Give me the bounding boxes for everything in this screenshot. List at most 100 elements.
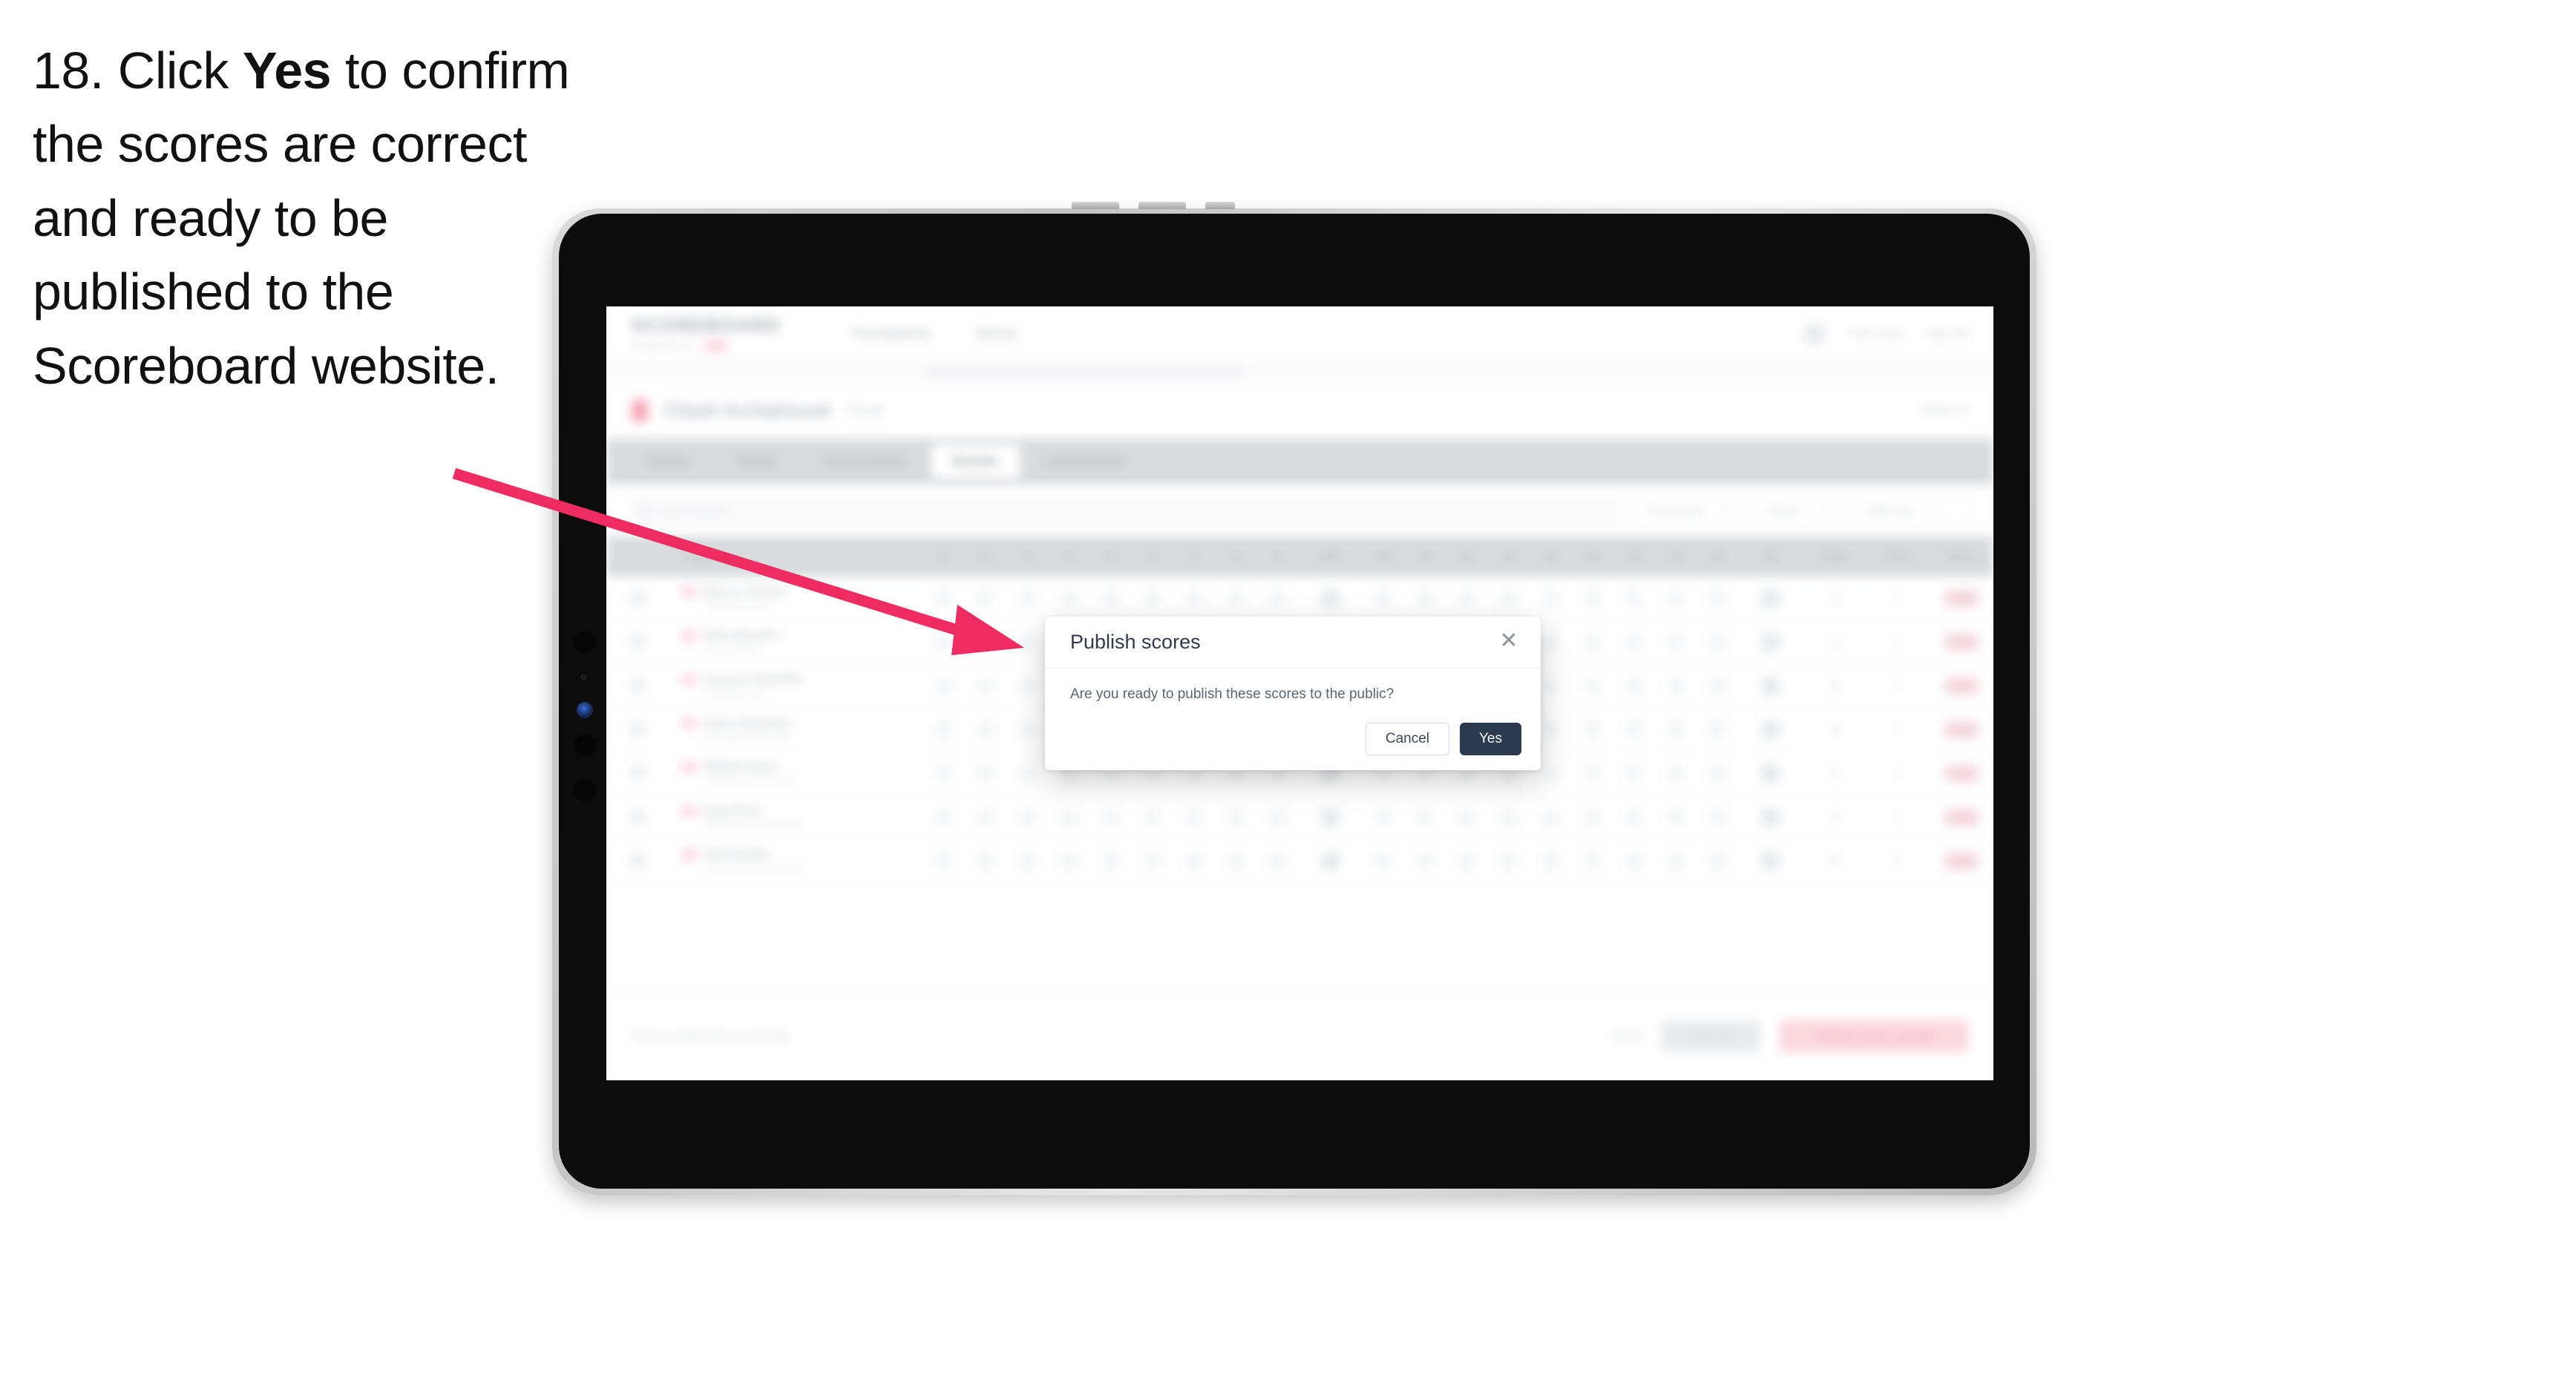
hole-score-cell[interactable]: 4 — [1571, 751, 1613, 795]
hole-score-cell[interactable]: 5 — [1215, 795, 1257, 839]
hole-score-cell[interactable]: 4 — [1256, 577, 1300, 620]
hole-score-cell[interactable]: 4 — [1215, 838, 1257, 883]
hole-score-cell[interactable]: 5 — [1530, 838, 1572, 883]
table-row[interactable]: Nick Dunbar Ashfield Heath Golf Club 5 5 3 5 4… — [606, 838, 1993, 883]
hole-score-cell[interactable]: 3 — [1173, 795, 1216, 839]
hole-score-cell[interactable]: 4 — [1654, 751, 1697, 795]
hole-score-cell[interactable]: 5 — [1048, 795, 1090, 839]
nav-item-events[interactable]: Events — [977, 326, 1018, 341]
settings-icon[interactable] — [1940, 495, 1971, 526]
hole-score-cell[interactable]: 4 — [1697, 795, 1739, 839]
aggregate-cell[interactable]: 38 — [1299, 838, 1363, 883]
hole-score-cell[interactable]: 3 — [1613, 663, 1655, 708]
volume-up-button[interactable] — [1072, 202, 1119, 209]
col-select-all[interactable] — [606, 536, 669, 577]
hole-score-cell[interactable]: 4 — [1446, 838, 1488, 883]
hole-score-cell[interactable]: 3 — [1446, 577, 1488, 620]
hole-score-cell[interactable]: 4 — [1697, 751, 1739, 795]
hole-score-cell[interactable]: 4 — [1654, 795, 1697, 839]
aggregate-cell[interactable]: 36 — [1738, 663, 1803, 708]
checkbox-icon[interactable] — [629, 678, 645, 693]
hole-score-cell[interactable]: 3 — [1006, 838, 1049, 883]
hole-score-cell[interactable]: 4 — [1089, 795, 1132, 839]
hole-score-cell[interactable]: 5 — [922, 838, 965, 883]
hole-score-cell[interactable]: 4 — [1215, 577, 1257, 620]
bell-icon[interactable] — [1805, 323, 1825, 344]
hole-score-cell[interactable]: 4 — [1362, 838, 1405, 883]
search-input[interactable]: Search players — [629, 496, 1620, 525]
hole-score-cell[interactable]: 4 — [1131, 577, 1174, 620]
hole-score-cell[interactable]: 4 — [1362, 795, 1405, 839]
hole-score-cell[interactable]: 4 — [1446, 795, 1488, 839]
hole-score-cell[interactable]: 3 — [1613, 577, 1655, 620]
hole-score-cell[interactable]: 4 — [1654, 707, 1697, 752]
close-icon[interactable]: ✕ — [1496, 628, 1521, 654]
hole-score-cell[interactable]: 4 — [1571, 620, 1613, 664]
row-checkbox[interactable] — [606, 620, 669, 664]
aggregate-cell[interactable]: 35 — [1738, 577, 1803, 620]
view-toggle[interactable]: Table view — [1852, 495, 1927, 526]
hole-score-cell[interactable]: 5 — [964, 620, 1006, 664]
hole-score-cell[interactable]: 3 — [1006, 620, 1049, 664]
hole-score-cell[interactable]: 4 — [1089, 838, 1132, 883]
hole-score-cell[interactable]: 4 — [964, 707, 1006, 752]
hole-score-cell[interactable]: 5 — [1487, 577, 1530, 620]
hole-score-cell[interactable]: 4 — [1256, 795, 1300, 839]
hole-score-cell[interactable]: 5 — [964, 751, 1006, 795]
tab-teams[interactable]: Teams — [715, 444, 799, 479]
hole-score-cell[interactable]: 4 — [1654, 620, 1697, 664]
hole-score-cell[interactable]: 3 — [1173, 577, 1216, 620]
tab-course-setup[interactable]: Course Setup — [801, 444, 928, 479]
table-row[interactable]: Marcus Tomson Harlow Golf Club 4 4 3 5 4 4 3 4 4 35… — [606, 577, 1993, 620]
hole-score-cell[interactable]: 3 — [1613, 838, 1655, 883]
hole-score-cell[interactable]: 5 — [1487, 795, 1530, 839]
row-checkbox[interactable] — [606, 663, 669, 708]
yes-button[interactable]: Yes — [1460, 723, 1521, 755]
hole-score-cell[interactable]: 4 — [1089, 577, 1132, 620]
aggregate-cell[interactable]: 36 — [1738, 795, 1803, 839]
hole-score-cell[interactable]: 3 — [1006, 751, 1049, 795]
hole-score-cell[interactable]: 5 — [1654, 663, 1697, 708]
hole-score-cell[interactable]: 4 — [1571, 707, 1613, 752]
aggregate-cell[interactable]: 36 — [1738, 751, 1803, 795]
hole-score-cell[interactable]: 5 — [922, 795, 965, 839]
row-checkbox[interactable] — [606, 838, 669, 883]
tab-results[interactable]: Results — [930, 444, 1021, 479]
hole-score-cell[interactable]: 3 — [1006, 577, 1049, 620]
hole-score-cell[interactable]: 4 — [1697, 577, 1739, 620]
hole-score-cell[interactable]: 4 — [1571, 795, 1613, 839]
hole-score-cell[interactable]: 4 — [922, 620, 965, 664]
hole-score-cell[interactable]: 4 — [1530, 577, 1572, 620]
save-all-button[interactable]: Save all — [1662, 1020, 1761, 1052]
checkbox-icon[interactable] — [629, 809, 645, 824]
hole-score-cell[interactable]: 4 — [1131, 795, 1174, 839]
footer-cancel-link[interactable]: Cancel — [1607, 1030, 1642, 1042]
hole-score-cell[interactable]: 4 — [1256, 838, 1300, 883]
round-dropdown[interactable]: Pick a round — [1633, 495, 1743, 526]
tab-details[interactable]: Details — [626, 444, 712, 479]
hole-score-cell[interactable]: 3 — [1613, 795, 1655, 839]
user-name-label[interactable]: Tom Lewis — [1849, 327, 1902, 340]
hole-score-cell[interactable]: 4 — [1613, 620, 1655, 664]
publish-scores-button[interactable]: Publish scores to public — [1780, 1020, 1968, 1052]
hole-score-cell[interactable]: 5 — [1048, 838, 1090, 883]
hole-score-cell[interactable]: 4 — [1404, 795, 1446, 839]
hole-score-cell[interactable]: 4 — [964, 577, 1006, 620]
nav-item-tournaments[interactable]: Tournaments — [852, 326, 931, 341]
hole-score-cell[interactable]: 4 — [922, 751, 965, 795]
hole-score-cell[interactable]: 4 — [1404, 838, 1446, 883]
hole-score-cell[interactable]: 4 — [1131, 838, 1174, 883]
hole-score-cell[interactable]: 4 — [1530, 795, 1572, 839]
hole-score-cell[interactable]: 4 — [1571, 577, 1613, 620]
hole-score-cell[interactable]: 4 — [1404, 577, 1446, 620]
hole-score-cell[interactable]: 4 — [1697, 838, 1739, 883]
checkbox-icon[interactable] — [629, 853, 645, 868]
hole-score-cell[interactable]: 4 — [1006, 663, 1049, 708]
hole-score-cell[interactable]: 4 — [1006, 795, 1049, 839]
power-button[interactable] — [1205, 202, 1235, 209]
hole-score-cell[interactable]: 4 — [922, 663, 965, 708]
aggregate-cell[interactable]: 35 — [1299, 577, 1363, 620]
hole-score-cell[interactable]: 4 — [1654, 838, 1697, 883]
volume-down-button[interactable] — [1138, 202, 1186, 209]
table-row[interactable]: Ryan Brett Westbrook Golf Academy 5 4 4 5 4 4 3 5… — [606, 795, 1993, 839]
